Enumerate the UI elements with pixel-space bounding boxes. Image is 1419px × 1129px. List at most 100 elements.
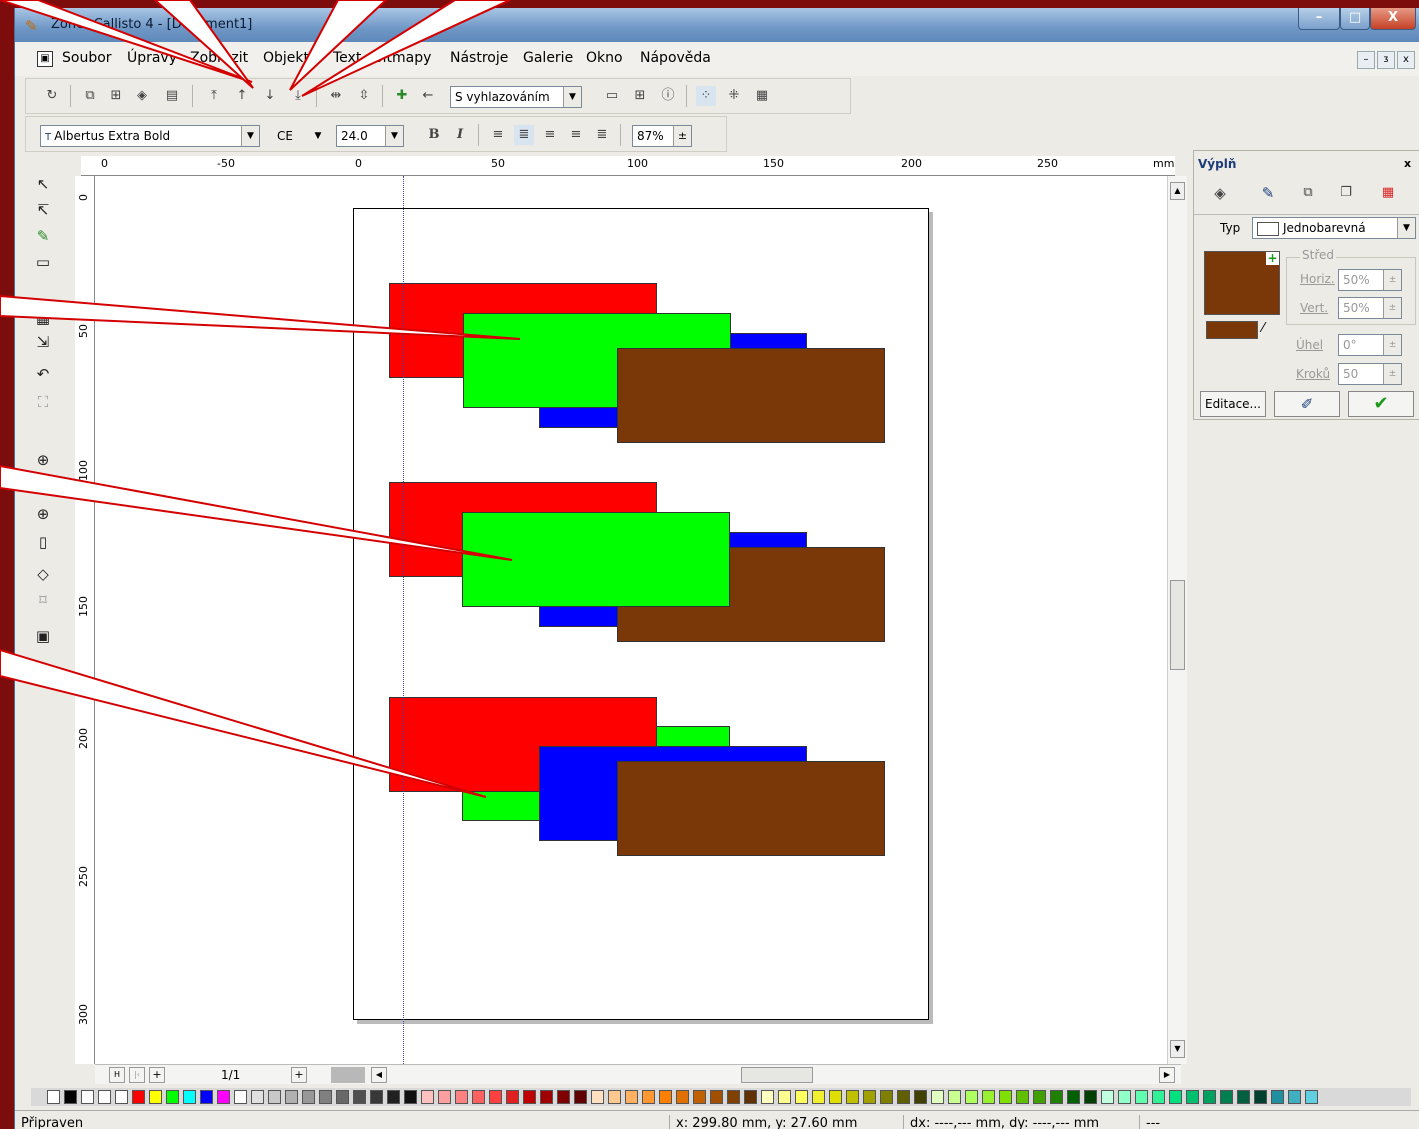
import-icon[interactable]: ⇲: [31, 330, 55, 354]
eyedropper-button[interactable]: ✐: [1274, 391, 1340, 417]
color-palette-icon[interactable]: ▦: [1378, 183, 1398, 203]
transform-icon[interactable]: ⛶: [31, 390, 55, 414]
menu-okno[interactable]: Okno: [586, 50, 623, 66]
vertical-scroll-thumb[interactable]: [1170, 580, 1185, 670]
menu-objekt[interactable]: Objekt: [263, 50, 309, 66]
palette-swatch[interactable]: [506, 1090, 519, 1104]
menu-napoveda[interactable]: Nápověda: [640, 50, 711, 66]
justify-icon[interactable]: ≡: [566, 125, 586, 145]
add-color-icon[interactable]: +: [1266, 252, 1279, 265]
palette-swatch[interactable]: [1118, 1090, 1131, 1104]
palette-swatch[interactable]: [1186, 1090, 1199, 1104]
info-icon[interactable]: ⓘ: [658, 86, 678, 106]
minimize-button[interactable]: –: [1298, 8, 1340, 30]
palette-swatch[interactable]: [438, 1090, 451, 1104]
palette-swatch[interactable]: [149, 1090, 162, 1104]
refresh-icon[interactable]: ↻: [42, 86, 62, 106]
palette-swatch[interactable]: [727, 1090, 740, 1104]
palette-swatch[interactable]: [676, 1090, 689, 1104]
menu-text[interactable]: Text: [333, 50, 361, 66]
palette-swatch[interactable]: [1271, 1090, 1284, 1104]
palette-swatch[interactable]: [1033, 1090, 1046, 1104]
smoothing-select[interactable]: S vyhlazováním ▼: [450, 86, 582, 108]
align-center-icon[interactable]: ≣: [514, 125, 534, 145]
palette-swatch[interactable]: [965, 1090, 978, 1104]
menu-bitmapy[interactable]: Bitmapy: [373, 50, 431, 66]
palette-swatch[interactable]: [523, 1090, 536, 1104]
send-to-back-icon[interactable]: ⤓: [288, 86, 308, 106]
bring-forward-icon[interactable]: ↑: [232, 86, 252, 106]
drawing-canvas[interactable]: [95, 176, 1181, 1064]
palette-swatch[interactable]: [489, 1090, 502, 1104]
shadow-icon[interactable]: ❐: [1336, 183, 1356, 203]
palette-swatch[interactable]: [710, 1090, 723, 1104]
snap-objects-icon[interactable]: ⁜: [724, 86, 744, 106]
palette-swatch[interactable]: [319, 1090, 332, 1104]
fill-color-preview[interactable]: +: [1204, 251, 1280, 315]
ungroup-icon[interactable]: ⊞: [106, 86, 126, 106]
flip-horizontal-icon[interactable]: ⇹: [326, 86, 346, 106]
palette-swatch[interactable]: [1203, 1090, 1216, 1104]
freehand-icon[interactable]: ✎: [31, 224, 55, 248]
palette-swatch[interactable]: [1067, 1090, 1080, 1104]
close-button[interactable]: X: [1370, 8, 1416, 30]
palette-swatch[interactable]: [455, 1090, 468, 1104]
combine-icon[interactable]: ◈: [132, 86, 152, 106]
align-left-icon[interactable]: ≡: [488, 125, 508, 145]
charset-select[interactable]: CE ▼: [272, 125, 328, 147]
palette-swatch[interactable]: [472, 1090, 485, 1104]
palette-swatch[interactable]: [948, 1090, 961, 1104]
palette-swatch[interactable]: [846, 1090, 859, 1104]
italic-button[interactable]: I: [450, 125, 470, 145]
add-node-icon[interactable]: ✚: [392, 86, 412, 106]
palette-swatch[interactable]: [1135, 1090, 1148, 1104]
palette-swatch[interactable]: [999, 1090, 1012, 1104]
palette-swatch[interactable]: [863, 1090, 876, 1104]
angle-spinner[interactable]: 0° ±: [1338, 334, 1402, 356]
mdi-minimize-button[interactable]: –: [1357, 51, 1375, 69]
align-right-icon[interactable]: ≡: [540, 125, 560, 145]
palette-swatch[interactable]: [608, 1090, 621, 1104]
apply-checkmark-button[interactable]: ✔: [1348, 391, 1414, 417]
snap-grid-icon[interactable]: ⁘: [696, 86, 716, 106]
menu-upravy[interactable]: Úpravy: [127, 50, 177, 66]
palette-swatch[interactable]: [234, 1090, 247, 1104]
table-icon[interactable]: ▦: [31, 306, 55, 330]
guide-line[interactable]: [403, 176, 404, 1064]
palette-swatch[interactable]: [1254, 1090, 1267, 1104]
palette-swatch[interactable]: [200, 1090, 213, 1104]
monitor-icon[interactable]: ▭: [602, 86, 622, 106]
vertical-scrollbar[interactable]: ▲ ▼: [1167, 176, 1187, 1064]
grid-view-icon[interactable]: ⊞: [630, 86, 650, 106]
palette-swatch[interactable]: [387, 1090, 400, 1104]
palette-swatch[interactable]: [1101, 1090, 1114, 1104]
rectangle-icon[interactable]: ▭: [31, 250, 55, 274]
mdi-close-button[interactable]: x: [1397, 51, 1415, 69]
palette-swatch[interactable]: [574, 1090, 587, 1104]
add-page-button[interactable]: +: [149, 1067, 165, 1083]
horizontal-scrollbar[interactable]: H |‹ + 1/1 + ◀ ▶: [95, 1064, 1181, 1084]
node-edit-icon[interactable]: ↸: [31, 198, 55, 222]
palette-swatch[interactable]: [302, 1090, 315, 1104]
justify-all-icon[interactable]: ≣: [592, 125, 612, 145]
menu-nastroje[interactable]: Nástroje: [450, 50, 508, 66]
palette-swatch[interactable]: [591, 1090, 604, 1104]
page-icon[interactable]: ▯: [31, 530, 55, 554]
palette-swatch[interactable]: [914, 1090, 927, 1104]
palette-swatch[interactable]: [370, 1090, 383, 1104]
fill-color-swatch[interactable]: [1206, 321, 1258, 339]
palette-swatch[interactable]: [183, 1090, 196, 1104]
palette-swatch[interactable]: [795, 1090, 808, 1104]
menu-zobrazit[interactable]: Zobrazit: [190, 50, 248, 66]
palette-swatch[interactable]: [982, 1090, 995, 1104]
palette-swatch[interactable]: [47, 1090, 60, 1104]
undo-icon[interactable]: ↶: [31, 362, 55, 386]
palette-swatch[interactable]: [1050, 1090, 1063, 1104]
scroll-left-icon[interactable]: ◀: [371, 1067, 387, 1083]
document-icon[interactable]: ▣: [37, 51, 53, 67]
palette-swatch[interactable]: [540, 1090, 553, 1104]
menu-soubor[interactable]: Soubor: [62, 50, 112, 66]
palette-swatch[interactable]: [778, 1090, 791, 1104]
palette-swatch[interactable]: [880, 1090, 893, 1104]
frame-icon[interactable]: ▣: [31, 624, 55, 648]
